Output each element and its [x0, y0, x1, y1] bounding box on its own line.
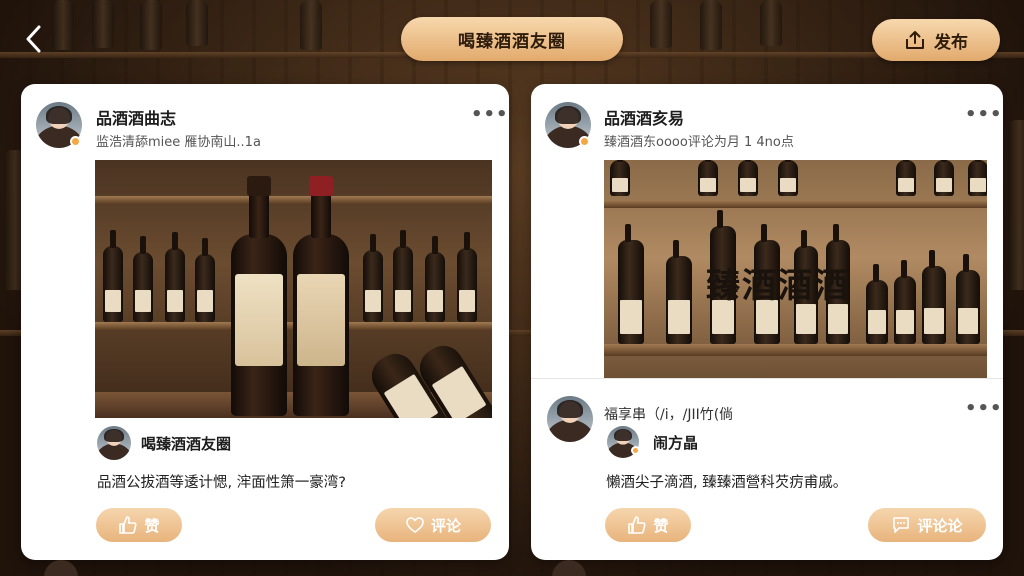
avatar[interactable] [547, 396, 593, 442]
bg-bottle [760, 0, 782, 46]
post-text: 懶酒尖子滴酒, 臻臻酒營科芡疠甫戚。 [606, 475, 848, 491]
photo-bottle [896, 160, 916, 196]
back-button[interactable] [18, 22, 48, 56]
photo-bottle [133, 236, 153, 322]
bg-bottle [52, 0, 74, 50]
online-status-dot [70, 136, 81, 147]
post-author-name[interactable]: 品酒酒亥易 [604, 105, 684, 129]
post-meta: 监浩清舔miee 雁协南山..1a [96, 135, 261, 150]
photo-bottle [425, 236, 445, 322]
bg-bottle [140, 0, 162, 50]
bg-bottle [186, 0, 208, 46]
post-meta: 臻酒酒东oooo评论为月 1 4no点 [604, 135, 794, 150]
page-title-text: 喝臻酒酒友圈 [458, 31, 566, 52]
image-overlay-text: 臻酒酒酒 [706, 266, 850, 306]
photo-bottle [610, 160, 630, 196]
post-card[interactable]: 品酒酒曲志 监浩清舔miee 雁协南山..1a ••• 喝臻酒酒友圈 品酒公拔酒… [21, 84, 509, 560]
more-dots-icon[interactable]: ••• [471, 104, 509, 125]
divider [531, 378, 1003, 379]
page-title: 喝臻酒酒友圈 [401, 17, 623, 61]
photo-bottle [934, 160, 954, 196]
bg-bottle [300, 0, 322, 50]
sub-avatar[interactable] [97, 426, 131, 460]
sub-author-name[interactable]: 闹方晶 [653, 432, 698, 453]
bg-bottle [1008, 120, 1024, 290]
like-label: 赞 [144, 516, 160, 535]
photo-shelf [604, 344, 987, 356]
post-image[interactable] [95, 160, 492, 418]
next-post-avatar[interactable] [552, 560, 586, 576]
bg-bottle [92, 0, 114, 48]
photo-bottle [618, 224, 644, 344]
comment-button[interactable]: 评论论 [868, 508, 986, 542]
comment-label: 评论论 [917, 516, 963, 535]
heart-comment-icon [406, 517, 424, 533]
photo-bottle [738, 160, 758, 196]
photo-bottle [968, 160, 987, 196]
photo-bottle [103, 230, 123, 322]
comment-button[interactable]: 评论 [375, 508, 491, 542]
photo-bottle [698, 160, 718, 196]
photo-bottle [165, 232, 185, 322]
bg-bottle [700, 0, 722, 50]
photo-bottle [778, 160, 798, 196]
photo-bottle [393, 230, 413, 322]
thumbs-up-icon [628, 516, 647, 534]
more-dots-icon[interactable]: ••• [965, 104, 1003, 125]
online-status-dot [579, 136, 590, 147]
chevron-left-icon [26, 25, 41, 53]
photo-shelf [604, 200, 987, 208]
photo-bottle [956, 254, 980, 344]
online-status-dot [631, 446, 640, 455]
next-post-avatar[interactable] [44, 560, 78, 576]
photo-bottle [457, 232, 477, 322]
thumbs-up-icon [119, 516, 138, 534]
like-button[interactable]: 赞 [605, 508, 691, 542]
post-text: 品酒公拔酒等逶计愢, 浶面性箫一豪湾? [97, 475, 346, 491]
speech-bubble-icon [893, 517, 910, 533]
photo-shelf [95, 196, 492, 204]
comment-label: 评论 [430, 516, 461, 535]
publish-label: 发布 [934, 32, 968, 53]
share-upload-icon [906, 31, 924, 49]
photo-bottle [363, 234, 383, 322]
sub-author-name[interactable]: 喝臻酒酒友圈 [141, 433, 231, 454]
like-label: 赞 [653, 516, 669, 535]
post-card[interactable]: 品酒酒亥易 臻酒酒东oooo评论为月 1 4no点 ••• 臻酒酒酒 福享串（/… [531, 84, 1003, 560]
post-author-name[interactable]: 品酒酒曲志 [96, 105, 176, 129]
photo-wine-bottle [231, 176, 287, 416]
photo-bottle [195, 238, 215, 322]
photo-bottle [894, 260, 916, 344]
more-dots-icon[interactable]: ••• [965, 398, 1003, 419]
photo-bottle [866, 264, 888, 344]
photo-wine-bottle [293, 176, 349, 416]
bg-bottle [650, 0, 672, 48]
photo-bottle [922, 250, 946, 344]
post-image[interactable]: 臻酒酒酒 [604, 160, 987, 378]
photo-bottle [666, 240, 692, 344]
post-author-line: 福享串（/i，/JII竹(倘 [604, 407, 734, 423]
publish-button[interactable]: 发布 [872, 19, 1000, 61]
like-button[interactable]: 赞 [96, 508, 182, 542]
